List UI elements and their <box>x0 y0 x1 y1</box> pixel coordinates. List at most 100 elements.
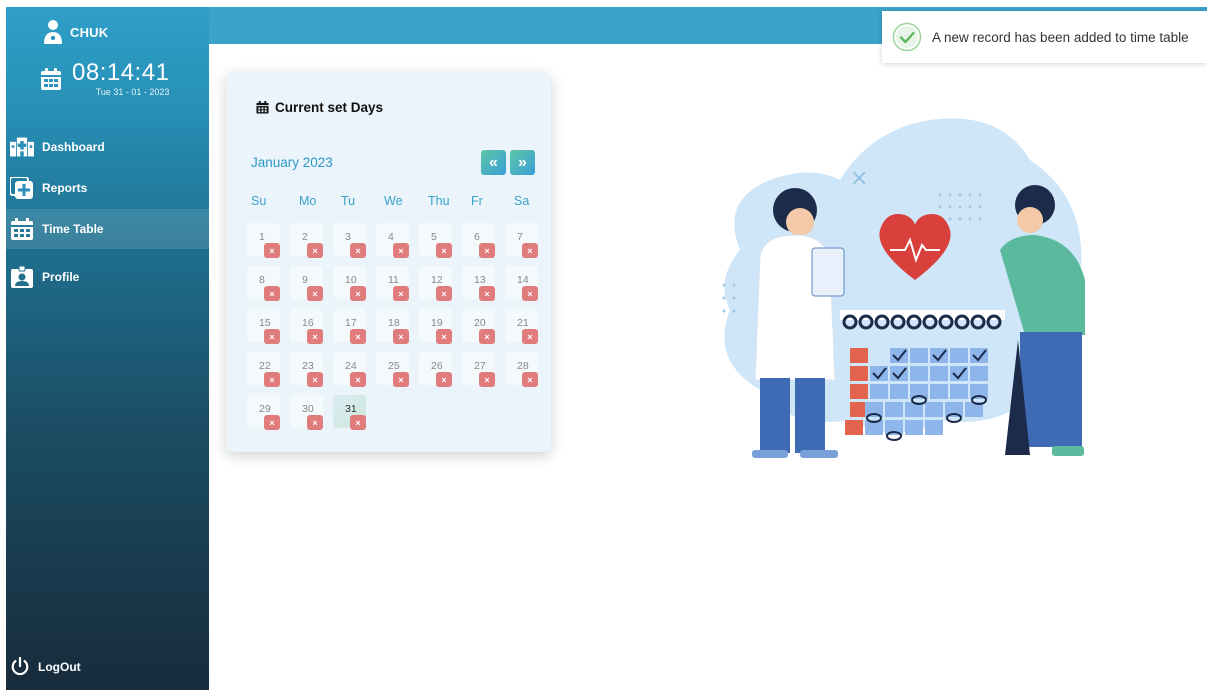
day-cell[interactable]: 7 × <box>505 223 538 258</box>
day-number: 31 <box>345 403 357 415</box>
day-cell[interactable]: 16 × <box>290 309 323 344</box>
day-cell[interactable]: 23 × <box>290 352 323 387</box>
day-cell[interactable]: 25 × <box>376 352 409 387</box>
day-cell[interactable]: 2 × <box>290 223 323 258</box>
day-cell[interactable]: 3 × <box>333 223 366 258</box>
remove-day-button[interactable]: × <box>307 415 323 430</box>
day-cell[interactable]: 10 × <box>333 266 366 301</box>
remove-day-button[interactable]: × <box>479 243 495 258</box>
remove-day-button[interactable]: × <box>436 329 452 344</box>
day-number: 30 <box>302 403 314 415</box>
day-cell[interactable]: 17 × <box>333 309 366 344</box>
day-cell[interactable]: 14 × <box>505 266 538 301</box>
day-cell[interactable]: 5 × <box>419 223 452 258</box>
day-cell[interactable]: 29 × <box>247 395 280 430</box>
sidebar-item-label: Dashboard <box>42 140 105 154</box>
weekday-label: Su <box>251 194 267 208</box>
remove-day-button[interactable]: × <box>264 372 280 387</box>
remove-day-button[interactable]: × <box>436 372 452 387</box>
remove-day-button[interactable]: × <box>264 415 280 430</box>
day-number: 4 <box>388 231 394 243</box>
day-number: 19 <box>431 317 443 329</box>
sidebar-item-reports[interactable]: Reports <box>6 168 209 208</box>
sidebar-item-profile[interactable]: Profile <box>6 257 209 297</box>
weekday-label: Tu <box>341 194 356 208</box>
day-cell[interactable]: 9 × <box>290 266 323 301</box>
remove-day-button[interactable]: × <box>393 243 409 258</box>
day-cell[interactable]: 28 × <box>505 352 538 387</box>
remove-day-button[interactable]: × <box>436 286 452 301</box>
day-number: 28 <box>517 360 529 372</box>
remove-day-button[interactable]: × <box>436 243 452 258</box>
prev-month-button[interactable]: « <box>481 150 506 175</box>
remove-day-button[interactable]: × <box>350 243 366 258</box>
remove-day-button[interactable]: × <box>522 243 538 258</box>
day-cell[interactable]: 27 × <box>462 352 495 387</box>
day-cell[interactable]: 30 × <box>290 395 323 430</box>
day-cell[interactable]: 24 × <box>333 352 366 387</box>
remove-day-button[interactable]: × <box>350 286 366 301</box>
sidebar-item-dashboard[interactable]: Dashboard <box>6 127 209 167</box>
day-cell[interactable]: 4 × <box>376 223 409 258</box>
logout-button[interactable]: LogOut <box>10 657 81 677</box>
remove-day-button[interactable]: × <box>307 329 323 344</box>
remove-day-button[interactable]: × <box>264 286 280 301</box>
day-cell[interactable]: 20 × <box>462 309 495 344</box>
day-cell[interactable]: 11 × <box>376 266 409 301</box>
day-cell[interactable]: 1 × <box>247 223 280 258</box>
day-number: 24 <box>345 360 357 372</box>
day-cell[interactable]: 13 × <box>462 266 495 301</box>
remove-day-button[interactable]: × <box>479 372 495 387</box>
calendar-icon <box>41 68 61 90</box>
remove-day-button[interactable]: × <box>350 415 366 430</box>
remove-day-button[interactable]: × <box>393 286 409 301</box>
day-number: 16 <box>302 317 314 329</box>
day-number: 7 <box>517 231 523 243</box>
brand-name: CHUK <box>70 24 109 40</box>
remove-day-button[interactable]: × <box>393 372 409 387</box>
day-cell[interactable]: 18 × <box>376 309 409 344</box>
remove-day-button[interactable]: × <box>350 329 366 344</box>
clock-date: Tue 31 - 01 - 2023 <box>95 87 170 97</box>
month-label: January 2023 <box>251 155 333 170</box>
remove-day-button[interactable]: × <box>307 286 323 301</box>
remove-day-button[interactable]: × <box>522 286 538 301</box>
remove-day-button[interactable]: × <box>264 243 280 258</box>
day-cell[interactable]: 31 × <box>333 395 366 430</box>
remove-day-button[interactable]: × <box>350 372 366 387</box>
remove-day-button[interactable]: × <box>479 286 495 301</box>
day-number: 10 <box>345 274 357 286</box>
medical-file-icon <box>10 177 33 199</box>
weekday-label: Sa <box>514 194 530 208</box>
calendar-card-title: Current set Days <box>256 100 383 115</box>
day-cell[interactable]: 19 × <box>419 309 452 344</box>
day-cell[interactable]: 26 × <box>419 352 452 387</box>
next-month-button[interactable]: » <box>510 150 535 175</box>
sidebar-item-time-table[interactable]: Time Table <box>6 209 209 249</box>
remove-day-button[interactable]: × <box>264 329 280 344</box>
day-cell[interactable]: 6 × <box>462 223 495 258</box>
day-cell[interactable]: 8 × <box>247 266 280 301</box>
remove-day-button[interactable]: × <box>393 329 409 344</box>
sidebar-item-label: Profile <box>42 270 80 284</box>
day-number: 2 <box>302 231 308 243</box>
remove-day-button[interactable]: × <box>522 372 538 387</box>
day-number: 12 <box>431 274 443 286</box>
day-cell[interactable]: 15 × <box>247 309 280 344</box>
remove-day-button[interactable]: × <box>522 329 538 344</box>
sidebar: CHUK 08:14:41 Tue 31 - 01 - 2023 Dashboa… <box>6 7 209 690</box>
remove-day-button[interactable]: × <box>307 243 323 258</box>
day-cell[interactable]: 12 × <box>419 266 452 301</box>
day-number: 27 <box>474 360 486 372</box>
day-cell[interactable]: 22 × <box>247 352 280 387</box>
remove-day-button[interactable]: × <box>479 329 495 344</box>
calendar-title: Current set Days <box>275 100 384 115</box>
remove-day-button[interactable]: × <box>307 372 323 387</box>
clock: 08:14:41 Tue 31 - 01 - 2023 <box>40 61 169 97</box>
brand[interactable]: CHUK <box>42 19 108 45</box>
day-number: 26 <box>431 360 443 372</box>
day-cell[interactable]: 21 × <box>505 309 538 344</box>
day-number: 3 <box>345 231 351 243</box>
toast-notification[interactable]: A new record has been added to time tabl… <box>882 11 1207 63</box>
sidebar-item-label: Reports <box>42 181 88 195</box>
